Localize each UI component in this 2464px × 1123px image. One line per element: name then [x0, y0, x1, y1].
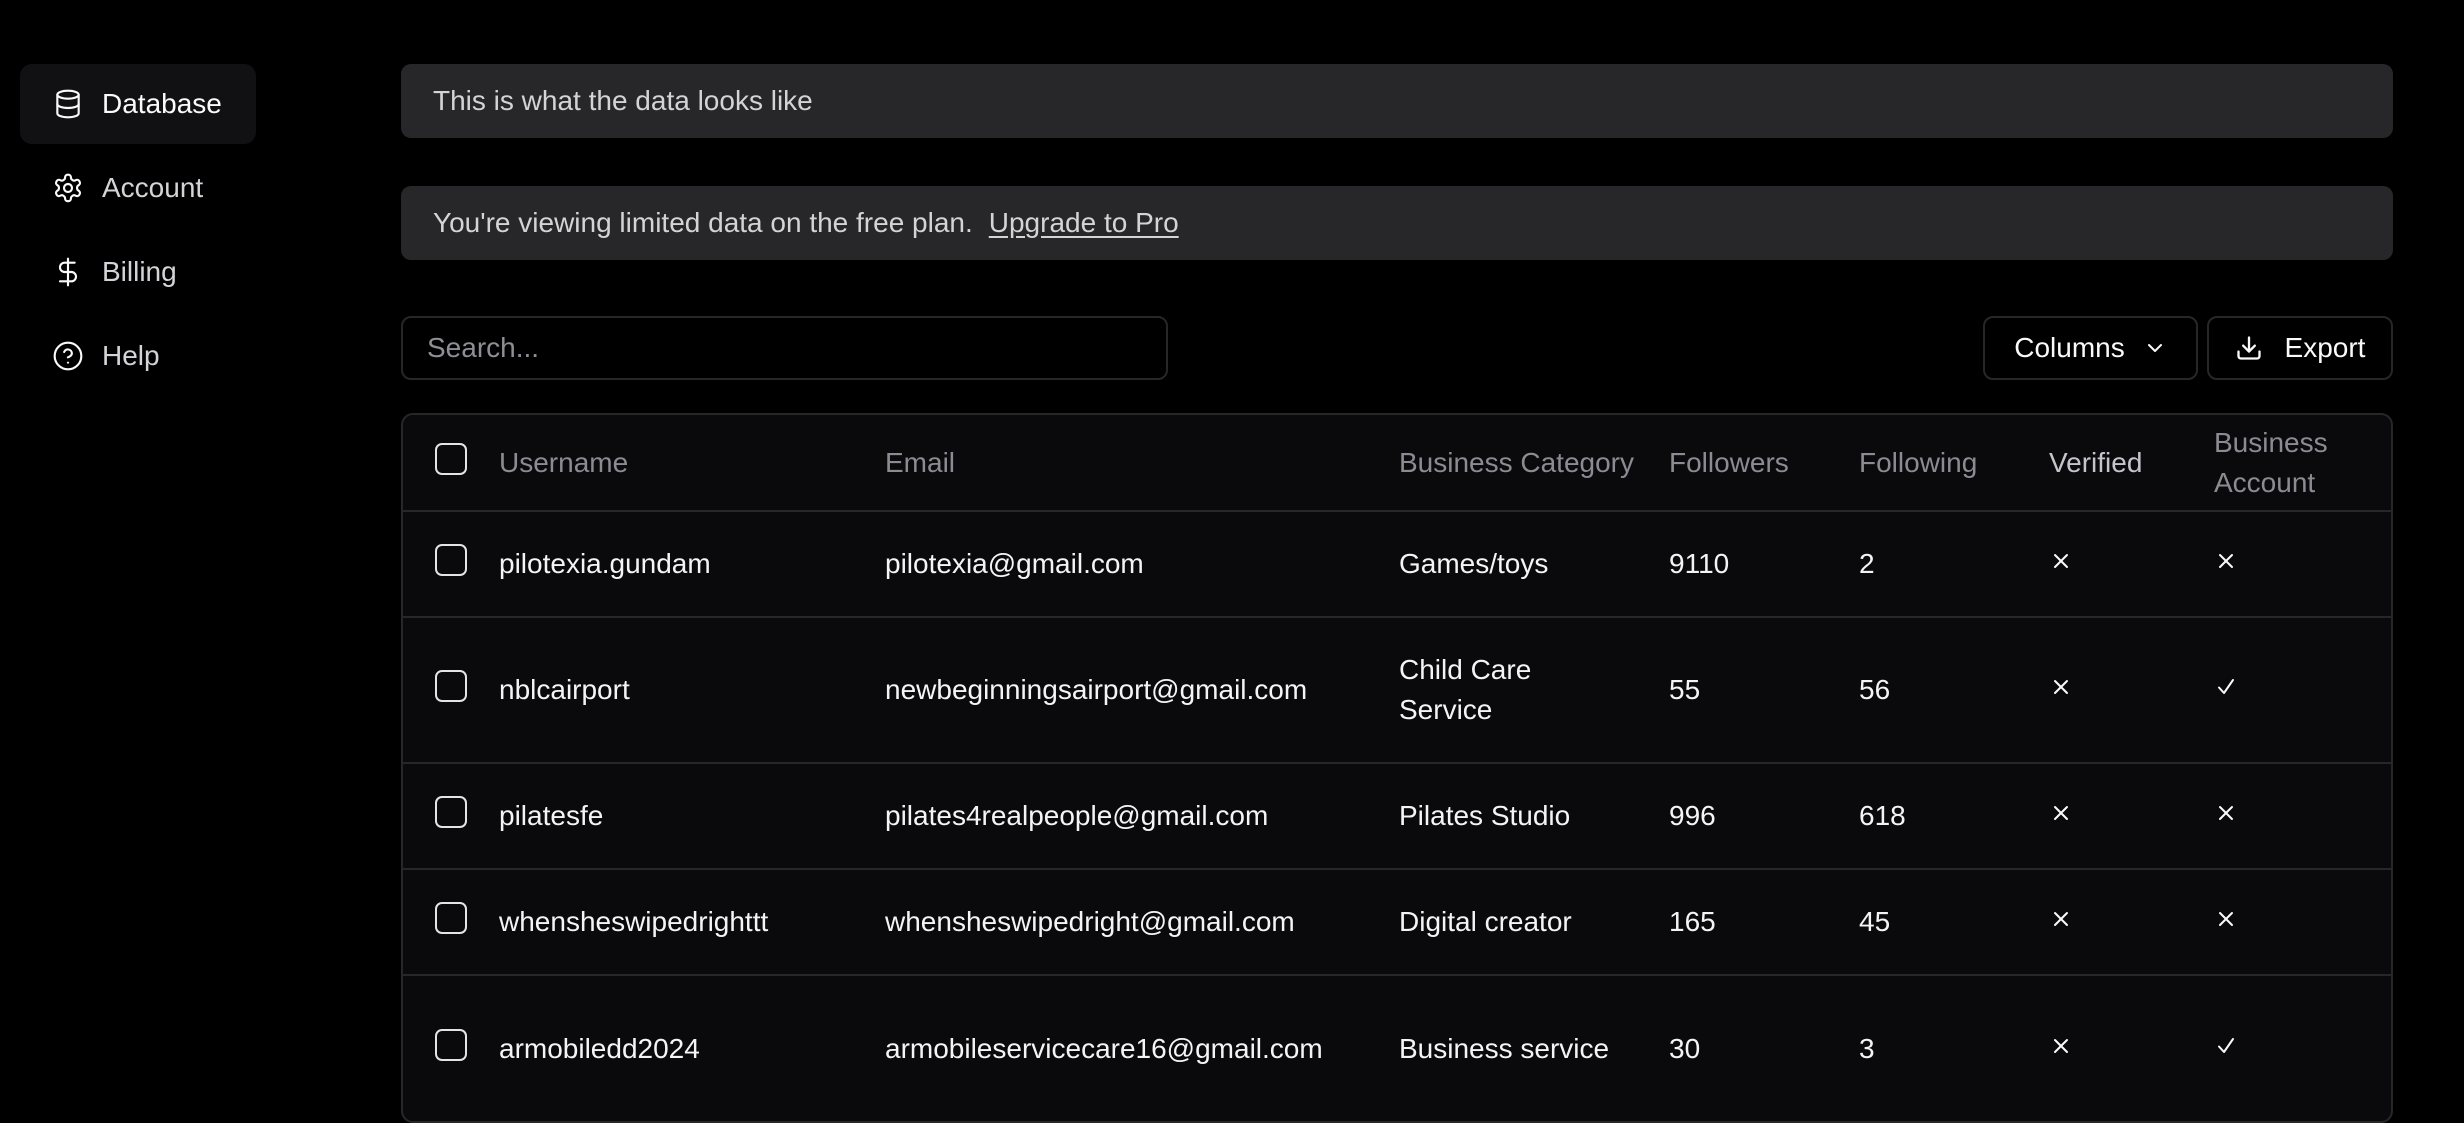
dollar-icon — [52, 256, 84, 288]
column-header-followers[interactable]: Followers — [1669, 415, 1859, 511]
cell-business-account — [2214, 975, 2391, 1121]
cell-username: whensheswipedrighttt — [499, 906, 769, 937]
download-icon — [2236, 336, 2261, 360]
cell-business-account — [2214, 511, 2391, 617]
x-icon — [2049, 544, 2073, 568]
cell-followers: 30 — [1669, 1032, 1701, 1064]
x-icon — [2214, 544, 2238, 568]
data-table: Username Email Business Category Followe… — [401, 413, 2393, 1123]
column-header-username[interactable]: Username — [499, 415, 885, 511]
cell-following: 618 — [1859, 800, 1906, 831]
cell-email: newbeginningsairport@gmail.com — [885, 674, 1308, 705]
cell-username: armobiledd2024 — [499, 1032, 700, 1064]
info-banner: This is what the data looks like — [401, 64, 2393, 138]
cell-followers: 9110 — [1669, 548, 1730, 579]
cell-business-account — [2214, 763, 2391, 869]
database-icon — [52, 88, 84, 120]
row-checkbox[interactable] — [435, 902, 467, 934]
cell-verified — [2049, 763, 2214, 869]
cell-email: armobileservicecare16@gmail.com — [885, 1032, 1323, 1064]
sidebar: Database Account Billing Help — [20, 64, 256, 400]
cell-business-category: Child Care Service — [1399, 654, 1532, 725]
check-icon — [2214, 1029, 2238, 1053]
check-icon — [2214, 670, 2238, 694]
cell-followers: 165 — [1669, 906, 1716, 937]
table-row[interactable]: pilotexia.gundam pilotexia@gmail.com Games… — [403, 511, 2391, 617]
column-header-business-account[interactable]: Business Account — [2214, 415, 2391, 511]
row-checkbox[interactable] — [435, 796, 467, 828]
cell-following: 2 — [1859, 548, 1875, 579]
row-checkbox[interactable] — [435, 670, 467, 702]
table-row[interactable]: nblcairport newbeginningsairport@gmail.co… — [403, 617, 2391, 763]
table-row[interactable]: whensheswipedrighttt whensheswipedright@g… — [403, 869, 2391, 975]
cell-verified — [2049, 617, 2214, 763]
table-header-row: Username Email Business Category Followe… — [403, 415, 2391, 511]
table-toolbar: Columns Export — [401, 316, 2393, 380]
cell-username: pilotexia.gundam — [499, 548, 711, 579]
column-header-email[interactable]: Email — [885, 415, 1399, 511]
row-checkbox[interactable] — [435, 1028, 467, 1061]
cell-following: 3 — [1859, 1032, 1875, 1064]
info-banner-text: This is what the data looks like — [433, 85, 813, 116]
cell-followers: 55 — [1669, 674, 1701, 705]
column-header-business-category[interactable]: Business Category — [1399, 415, 1669, 511]
plan-notice-banner: You're viewing limited data on the free … — [401, 186, 2393, 260]
columns-button[interactable]: Columns — [1983, 316, 2198, 380]
cell-username: nblcairport — [499, 674, 630, 705]
sidebar-item-label: Help — [102, 340, 160, 371]
cell-followers: 996 — [1669, 800, 1716, 831]
select-all-checkbox[interactable] — [435, 442, 467, 475]
sidebar-item-label: Database — [102, 88, 222, 119]
row-checkbox[interactable] — [435, 544, 467, 576]
x-icon — [2049, 902, 2073, 926]
x-icon — [2049, 796, 2073, 820]
columns-button-label: Columns — [2014, 332, 2125, 363]
cell-business-account — [2214, 869, 2391, 975]
table-row[interactable]: pilatesfe pilates4realpeople@gmail.com Pil… — [403, 763, 2391, 869]
sidebar-item-billing[interactable]: Billing — [20, 232, 256, 312]
main-content: This is what the data looks like You're … — [401, 64, 2393, 1123]
column-header-verified[interactable]: Verified — [2049, 415, 2214, 511]
sidebar-item-label: Billing — [102, 256, 177, 287]
cell-following: 56 — [1859, 674, 1891, 705]
cell-business-account — [2214, 617, 2391, 763]
chevron-down-icon — [2147, 344, 2162, 352]
cell-business-category: Business service — [1399, 1032, 1610, 1064]
sidebar-item-label: Account — [102, 172, 204, 203]
search-input[interactable] — [401, 316, 1168, 380]
plan-notice-text: You're viewing limited data on the free … — [433, 207, 973, 238]
cell-following: 45 — [1859, 906, 1891, 937]
cell-business-category: Pilates Studio — [1399, 800, 1571, 831]
sidebar-item-account[interactable]: Account — [20, 148, 256, 228]
cell-email: whensheswipedright@gmail.com — [885, 906, 1295, 937]
upgrade-to-pro-link[interactable]: Upgrade to Pro — [989, 207, 1179, 239]
cell-verified — [2049, 975, 2214, 1121]
sidebar-item-help[interactable]: Help — [20, 316, 256, 396]
x-icon — [2214, 902, 2238, 926]
cell-email: pilotexia@gmail.com — [885, 548, 1144, 579]
cell-email: pilates4realpeople@gmail.com — [885, 800, 1269, 831]
x-icon — [2214, 796, 2238, 820]
sidebar-item-database[interactable]: Database — [20, 64, 256, 144]
gear-icon — [52, 172, 84, 204]
cell-business-category: Digital creator — [1399, 906, 1572, 937]
cell-business-category: Games/toys — [1399, 548, 1549, 579]
table-row[interactable]: armobiledd2024 armobileservicecare16@gmai… — [403, 975, 2391, 1121]
x-icon — [2049, 1029, 2073, 1053]
column-header-following[interactable]: Following — [1859, 415, 2049, 511]
x-icon — [2049, 670, 2073, 694]
cell-username: pilatesfe — [499, 800, 604, 831]
cell-verified — [2049, 511, 2214, 617]
export-button-label: Export — [2284, 332, 2366, 363]
export-button[interactable]: Export — [2207, 316, 2393, 380]
cell-verified — [2049, 869, 2214, 975]
help-circle-icon — [52, 340, 84, 372]
